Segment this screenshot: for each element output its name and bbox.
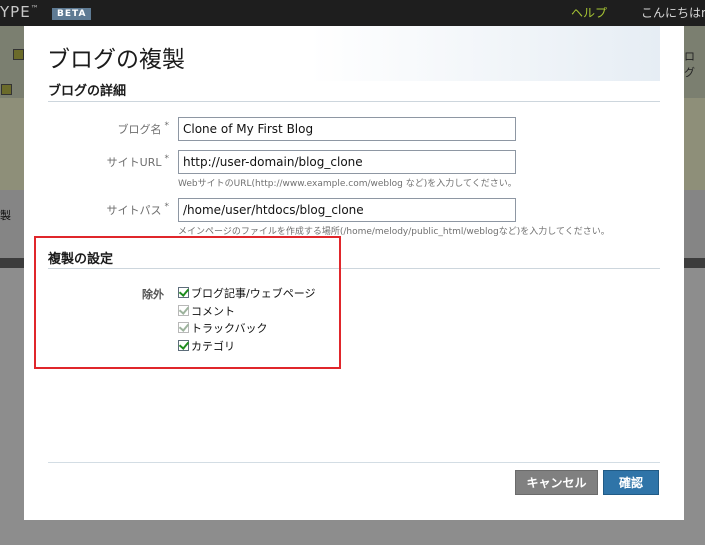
section-divider <box>48 101 660 102</box>
site-url-input[interactable] <box>178 150 516 174</box>
blog-name-label: ブログ名 * <box>117 121 170 136</box>
app-nav-label: ログ <box>684 50 695 79</box>
site-url-label: サイトURL * <box>106 154 169 169</box>
footer-divider <box>48 462 660 463</box>
highlight-annotation <box>34 236 341 369</box>
app-side-label: 製 <box>0 209 11 222</box>
help-link[interactable]: ヘルプ <box>571 4 607 21</box>
cancel-button[interactable]: キャンセル <box>515 470 598 495</box>
app-header: YPE™ BETA ヘルプ こんにちはm <box>0 0 705 26</box>
details-section-title: ブログの詳細 <box>48 84 127 99</box>
chevron-down-icon <box>1 84 12 95</box>
chevron-down-icon <box>13 49 24 60</box>
site-path-input[interactable] <box>178 198 516 222</box>
app-logo: YPE™ <box>0 3 40 21</box>
dialog-header: ブログの複製 <box>24 26 660 81</box>
site-path-label: サイトパス * <box>106 202 170 217</box>
blog-name-input[interactable] <box>178 117 516 141</box>
dialog-title: ブログの複製 <box>47 47 185 73</box>
user-greeting: こんにちはm <box>641 6 705 20</box>
confirm-button[interactable]: 確認 <box>603 470 659 495</box>
site-url-hint: WebサイトのURL(http://www.example.com/weblog… <box>178 179 517 189</box>
beta-badge: BETA <box>52 8 92 20</box>
